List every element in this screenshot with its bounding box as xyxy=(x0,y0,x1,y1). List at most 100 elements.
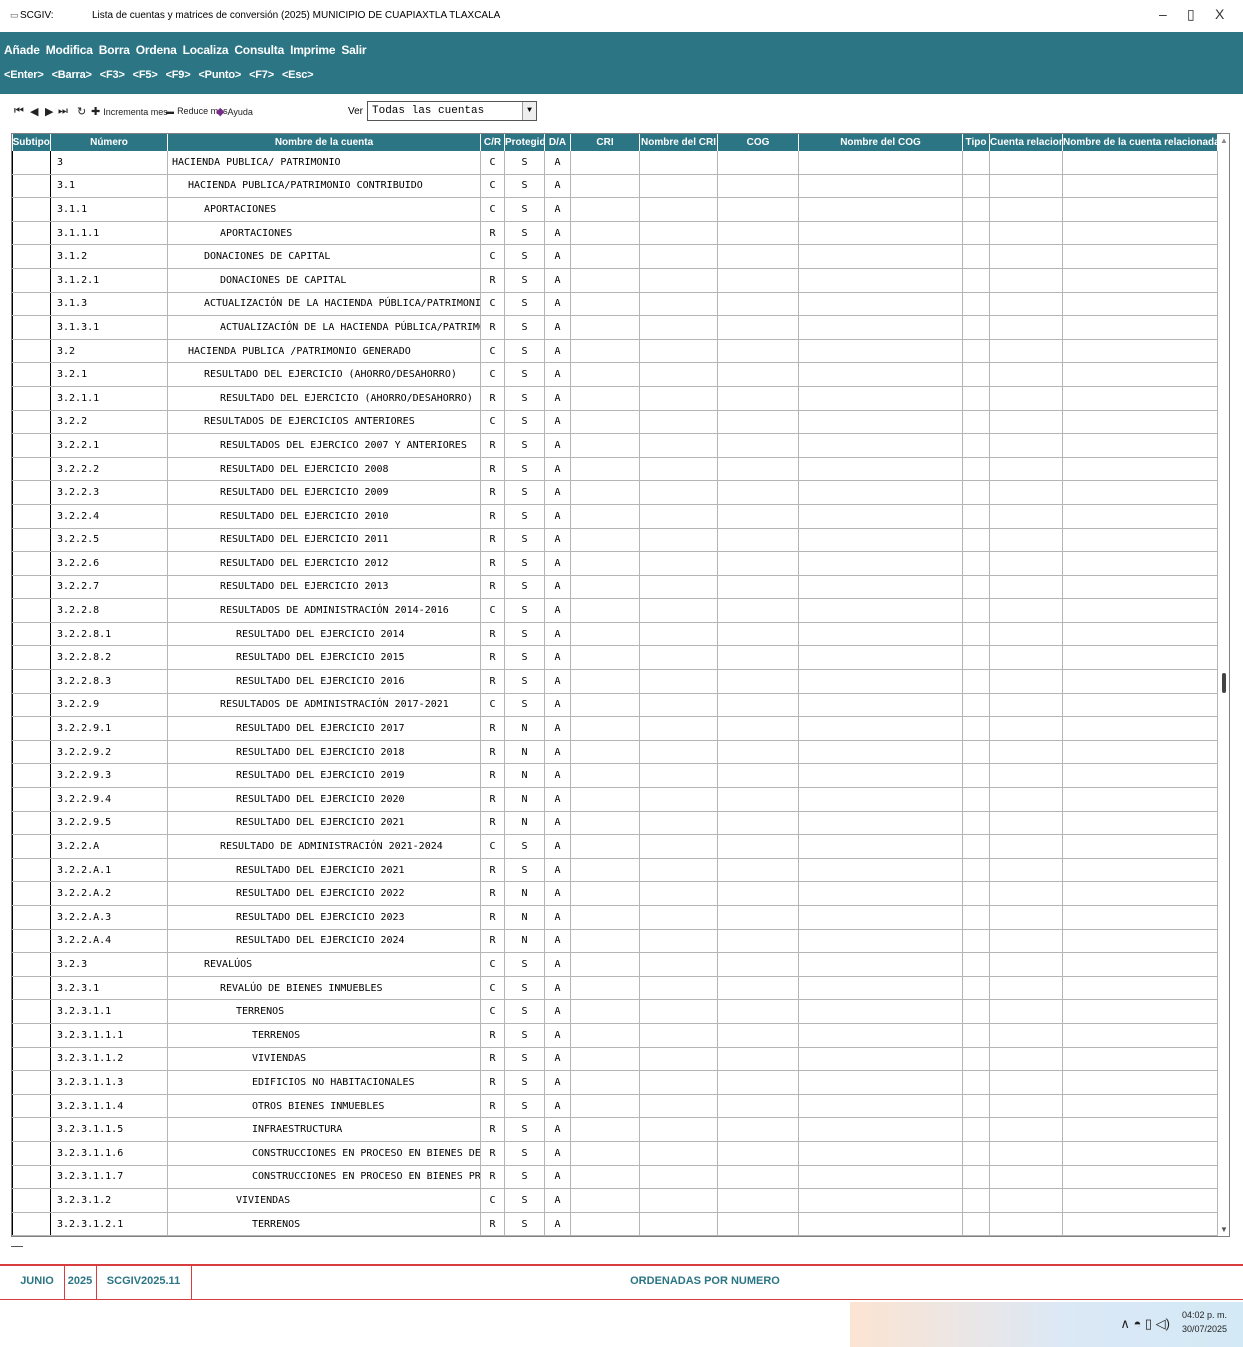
row-nombre-cri-cell[interactable] xyxy=(639,716,718,741)
row-subtipo-cell[interactable] xyxy=(12,480,51,505)
row-cog-cell[interactable] xyxy=(717,433,799,458)
row-da-cell[interactable]: A xyxy=(544,952,571,977)
row-cri-cell[interactable] xyxy=(570,1023,640,1048)
row-nombre-cri-cell[interactable] xyxy=(639,763,718,789)
row-da-cell[interactable]: A xyxy=(544,221,571,246)
row-cri-cell[interactable] xyxy=(570,362,640,387)
row-numero-cell[interactable]: 3.2.3.1.1.6 xyxy=(50,1141,168,1166)
row-cuenta-relacionada-cell[interactable] xyxy=(989,1117,1063,1142)
row-tipo-cell[interactable] xyxy=(962,787,990,812)
row-cr-cell[interactable]: R xyxy=(480,1141,505,1166)
row-subtipo-cell[interactable] xyxy=(12,763,51,789)
row-nombre-cri-cell[interactable] xyxy=(639,881,718,906)
row-nombre-cuenta-relacionada-cell[interactable] xyxy=(1062,292,1218,317)
row-cr-cell[interactable]: R xyxy=(480,1047,505,1072)
row-nombre-cog-cell[interactable] xyxy=(798,551,963,576)
row-cri-cell[interactable] xyxy=(570,221,640,246)
row-protegida-cell[interactable]: S xyxy=(504,976,545,1001)
row-cuenta-relacionada-cell[interactable] xyxy=(989,480,1063,505)
table-row[interactable]: 3.2.2.9.5 RESULTADO DEL EJERCICIO 2021 R N A xyxy=(12,811,1218,836)
row-cuenta-relacionada-cell[interactable] xyxy=(989,858,1063,883)
row-numero-cell[interactable]: 3.2 xyxy=(50,339,168,364)
row-cr-cell[interactable]: R xyxy=(480,315,505,340)
row-nombre-cri-cell[interactable] xyxy=(639,905,718,930)
row-nombre-cri-cell[interactable] xyxy=(639,811,718,836)
row-protegida-cell[interactable]: S xyxy=(504,386,545,411)
row-nombre-cri-cell[interactable] xyxy=(639,268,718,293)
row-numero-cell[interactable]: 3.2.2.9 xyxy=(50,693,168,718)
row-da-cell[interactable]: A xyxy=(544,480,571,505)
row-protegida-cell[interactable]: S xyxy=(504,315,545,340)
row-nombre-cuenta-relacionada-cell[interactable] xyxy=(1062,1094,1218,1119)
row-subtipo-cell[interactable] xyxy=(12,1141,51,1166)
row-subtipo-cell[interactable] xyxy=(12,905,51,930)
table-row[interactable]: 3.2 HACIENDA PUBLICA /PATRIMONIO GENERADO… xyxy=(12,339,1218,364)
row-tipo-cell[interactable] xyxy=(962,197,990,222)
row-subtipo-cell[interactable] xyxy=(12,386,51,411)
row-tipo-cell[interactable] xyxy=(962,905,990,930)
row-numero-cell[interactable]: 3.2.2.7 xyxy=(50,575,168,600)
row-subtipo-cell[interactable] xyxy=(12,811,51,836)
row-cog-cell[interactable] xyxy=(717,881,799,906)
row-da-cell[interactable]: A xyxy=(544,1047,571,1072)
row-nombre-cri-cell[interactable] xyxy=(639,1047,718,1072)
row-cog-cell[interactable] xyxy=(717,929,799,954)
col-da[interactable]: D/A xyxy=(544,134,571,151)
row-nombre-cuenta-relacionada-cell[interactable] xyxy=(1062,740,1218,765)
row-subtipo-cell[interactable] xyxy=(12,315,51,340)
row-nombre-cri-cell[interactable] xyxy=(639,575,718,600)
row-da-cell[interactable]: A xyxy=(544,693,571,718)
menu-localiza[interactable]: Localiza xyxy=(183,43,229,57)
row-nombre-cog-cell[interactable] xyxy=(798,1235,963,1236)
row-da-cell[interactable]: A xyxy=(544,1141,571,1166)
row-cri-cell[interactable] xyxy=(570,952,640,977)
row-da-cell[interactable]: A xyxy=(544,1117,571,1142)
row-tipo-cell[interactable] xyxy=(962,693,990,718)
row-nombre-cuenta-relacionada-cell[interactable] xyxy=(1062,1188,1218,1213)
row-numero-cell[interactable]: 3.2.3.1.1.7 xyxy=(50,1165,168,1190)
row-da-cell[interactable]: A xyxy=(544,1165,571,1190)
row-nombre-cri-cell[interactable] xyxy=(639,410,718,435)
row-tipo-cell[interactable] xyxy=(962,480,990,505)
row-nombre-cog-cell[interactable] xyxy=(798,433,963,458)
row-cog-cell[interactable] xyxy=(717,952,799,977)
row-nombre-cri-cell[interactable] xyxy=(639,292,718,317)
table-row[interactable]: 3.2.3.1.1.7 CONSTRUCCIONES EN PROCESO EN … xyxy=(12,1165,1218,1190)
col-nombre-cri[interactable]: Nombre del CRI xyxy=(639,134,718,151)
row-numero-cell[interactable]: 3.2.2.8.1 xyxy=(50,622,168,647)
row-cr-cell[interactable]: R xyxy=(480,622,505,647)
row-cri-cell[interactable] xyxy=(570,1188,640,1213)
row-nombre-cuenta-relacionada-cell[interactable] xyxy=(1062,669,1218,694)
row-nombre-cell[interactable]: RESULTADO DEL EJERCICIO 2014 xyxy=(167,622,481,647)
row-subtipo-cell[interactable] xyxy=(12,740,51,765)
row-nombre-cell[interactable]: RESULTADOS DE ADMINISTRACIÓN 2014-2016 xyxy=(167,598,481,623)
row-nombre-cog-cell[interactable] xyxy=(798,457,963,482)
row-cri-cell[interactable] xyxy=(570,292,640,317)
increment-month-button[interactable]: ✚ Incrementa mes xyxy=(91,105,168,118)
row-da-cell[interactable]: A xyxy=(544,834,571,859)
row-subtipo-cell[interactable] xyxy=(12,292,51,317)
row-cr-cell[interactable]: R xyxy=(480,811,505,836)
row-subtipo-cell[interactable] xyxy=(12,551,51,576)
table-row[interactable]: 3.2.2.A.4 RESULTADO DEL EJERCICIO 2024 R N A xyxy=(12,929,1218,954)
row-cri-cell[interactable] xyxy=(570,669,640,694)
row-tipo-cell[interactable] xyxy=(962,410,990,435)
row-nombre-cuenta-relacionada-cell[interactable] xyxy=(1062,1117,1218,1142)
row-cog-cell[interactable] xyxy=(717,197,799,222)
row-nombre-cog-cell[interactable] xyxy=(798,386,963,411)
row-subtipo-cell[interactable] xyxy=(12,362,51,387)
table-row[interactable]: 3.2.2.A.2 RESULTADO DEL EJERCICIO 2022 R N A xyxy=(12,881,1218,906)
row-nombre-cri-cell[interactable] xyxy=(639,528,718,553)
row-nombre-cog-cell[interactable] xyxy=(798,315,963,340)
row-cr-cell[interactable]: R xyxy=(480,1023,505,1048)
row-nombre-cog-cell[interactable] xyxy=(798,362,963,387)
row-protegida-cell[interactable]: S xyxy=(504,362,545,387)
row-nombre-cell[interactable]: RESULTADO DEL EJERCICIO 2021 xyxy=(167,811,481,836)
row-cr-cell[interactable]: R xyxy=(480,480,505,505)
row-numero-cell[interactable]: 3.2.2.A.1 xyxy=(50,858,168,883)
row-cuenta-relacionada-cell[interactable] xyxy=(989,575,1063,600)
row-cuenta-relacionada-cell[interactable] xyxy=(989,1141,1063,1166)
row-da-cell[interactable]: A xyxy=(544,197,571,222)
row-nombre-cell[interactable]: RESULTADO DEL EJERCICIO 2012 xyxy=(167,551,481,576)
row-cri-cell[interactable] xyxy=(570,1070,640,1095)
